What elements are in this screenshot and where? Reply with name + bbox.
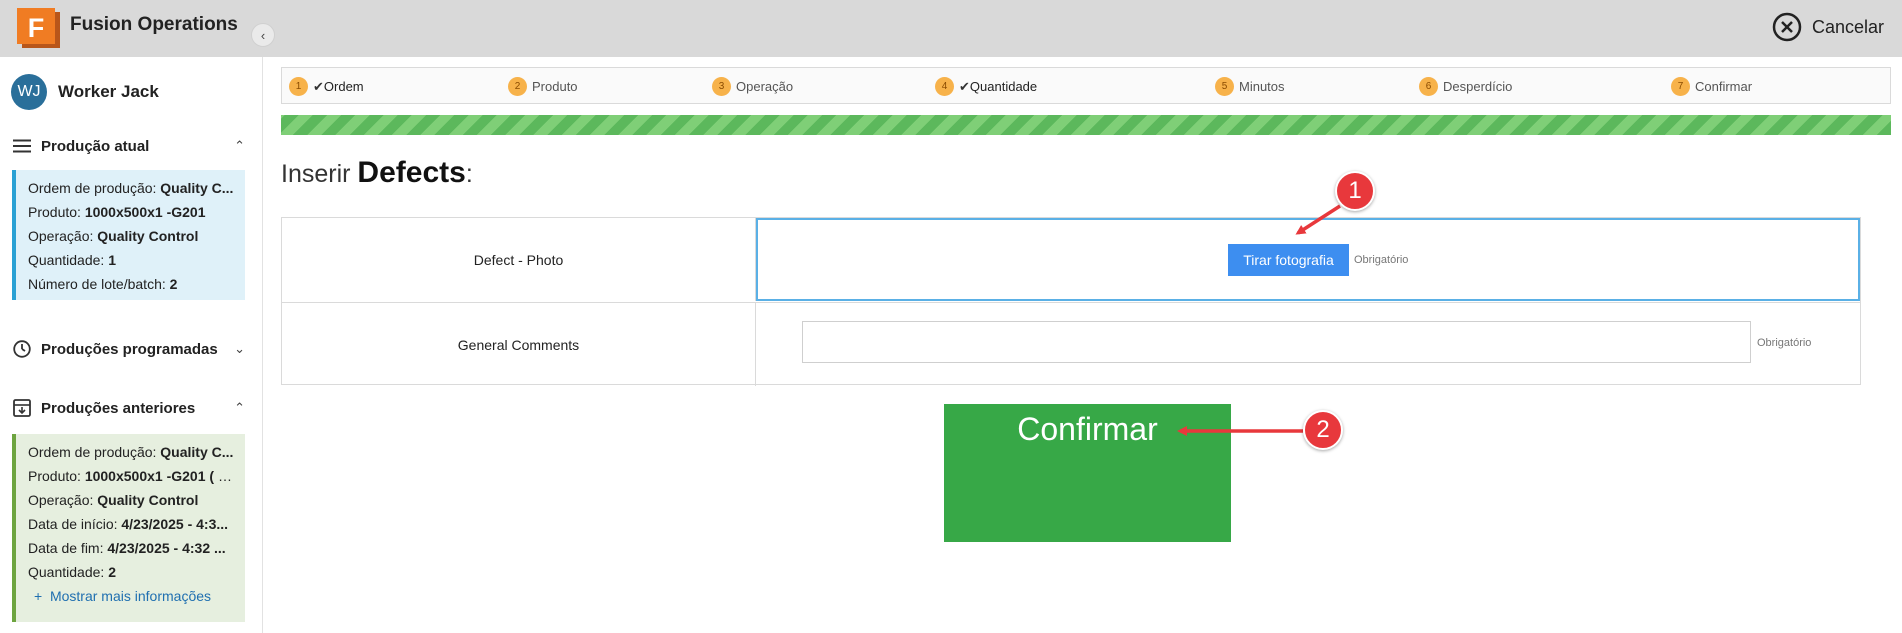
top-bar: F Fusion Operations Cancelar <box>0 0 1902 57</box>
step-wizard: 1 ✔Ordem 2 Produto 3 Operação 4 ✔Quantid… <box>281 67 1891 104</box>
take-photo-button[interactable]: Tirar fotografia <box>1228 244 1349 276</box>
sidebar: WJ Worker Jack Produção atual ⌃ Ordem de… <box>0 57 263 633</box>
info-row: Data de fim: 4/23/2025 - 4:32 ... <box>28 540 226 556</box>
chevron-up-icon: ⌃ <box>234 400 245 415</box>
step-operation[interactable]: 3 Operação <box>712 77 793 96</box>
step-quantity[interactable]: 4 ✔Quantidade <box>935 77 1037 96</box>
info-row: Produto: 1000x500x1 -G201 <box>28 204 206 220</box>
comments-field-cell: Obrigatório <box>756 303 1860 386</box>
info-row: Número de lote/batch: 2 <box>28 276 178 292</box>
chevron-up-icon: ⌃ <box>234 138 245 153</box>
step-product[interactable]: 2 Produto <box>508 77 578 96</box>
photo-field-cell: Tirar fotografia Obrigatório <box>756 218 1860 301</box>
close-circle-icon <box>1772 12 1802 42</box>
current-production-card: Ordem de produção: Quality C... Produto:… <box>12 170 245 300</box>
info-row: Quantidade: 1 <box>28 252 116 268</box>
clock-icon <box>13 340 31 358</box>
cancel-label: Cancelar <box>1811 16 1884 37</box>
scheduled-productions-title: Produções programadas <box>41 340 218 358</box>
avatar: WJ <box>11 74 47 110</box>
progress-bar <box>281 115 1891 135</box>
info-row: Quantidade: 2 <box>28 564 116 580</box>
chevron-left-icon: ‹ <box>260 27 266 43</box>
defect-form: Defect - Photo Tirar fotografia Obrigató… <box>281 217 1861 386</box>
callout-marker: 2 <box>1303 410 1343 450</box>
required-hint: Obrigatório <box>1354 254 1409 266</box>
info-row: Operação: Quality Control <box>28 492 199 508</box>
info-row: Produto: 1000x500x1 -G201 ( 1... <box>28 468 237 484</box>
step-minutes[interactable]: 5 Minutos <box>1215 77 1285 96</box>
show-more-link[interactable]: + Mostrar mais informações <box>28 584 237 608</box>
info-row: Ordem de produção: Quality C... <box>28 180 234 196</box>
form-row-comments: General Comments Obrigatório <box>282 302 1860 386</box>
callout-marker: 1 <box>1335 171 1375 211</box>
user-profile[interactable]: WJ Worker Jack <box>11 74 159 110</box>
app-title: Fusion Operations <box>70 14 238 35</box>
previous-productions-header[interactable]: Produções anteriores ⌃ <box>13 397 245 419</box>
user-name: Worker Jack <box>58 82 159 101</box>
info-row: Data de início: 4/23/2025 - 4:3... <box>28 516 229 532</box>
fusion-logo-icon: F <box>17 8 60 48</box>
info-row: Operação: Quality Control <box>28 228 199 244</box>
form-row-photo: Defect - Photo Tirar fotografia Obrigató… <box>282 218 1860 301</box>
cancel-button[interactable]: Cancelar <box>1772 12 1884 42</box>
step-waste[interactable]: 6 Desperdício <box>1419 77 1512 96</box>
step-order[interactable]: 1 ✔Ordem <box>289 77 364 96</box>
required-hint: Obrigatório <box>1757 337 1812 349</box>
collapse-sidebar-button[interactable]: ‹ <box>251 23 275 47</box>
page-title: Inserir Defects: <box>281 156 473 189</box>
step-confirm[interactable]: 7 Confirmar <box>1671 77 1752 96</box>
check-icon: ✔ <box>959 78 970 94</box>
scheduled-productions-header[interactable]: Produções programadas ⌄ <box>13 338 245 360</box>
plus-icon: + <box>34 588 43 604</box>
archive-icon <box>13 399 31 417</box>
current-production-title: Produção atual <box>41 137 150 155</box>
info-row: Ordem de produção: Quality C... <box>28 444 234 460</box>
photo-field-label: Defect - Photo <box>282 218 756 301</box>
comments-field-label: General Comments <box>282 303 756 386</box>
confirm-button[interactable]: Confirmar <box>944 404 1231 542</box>
previous-production-card: Ordem de produção: Quality C... Produto:… <box>12 434 245 622</box>
previous-productions-title: Produções anteriores <box>41 399 196 417</box>
general-comments-input[interactable] <box>802 321 1751 363</box>
svg-text:F: F <box>28 13 45 43</box>
chevron-down-icon: ⌄ <box>234 341 245 356</box>
check-icon: ✔ <box>313 78 324 94</box>
menu-icon <box>13 139 31 153</box>
current-production-header[interactable]: Produção atual ⌃ <box>13 135 245 157</box>
